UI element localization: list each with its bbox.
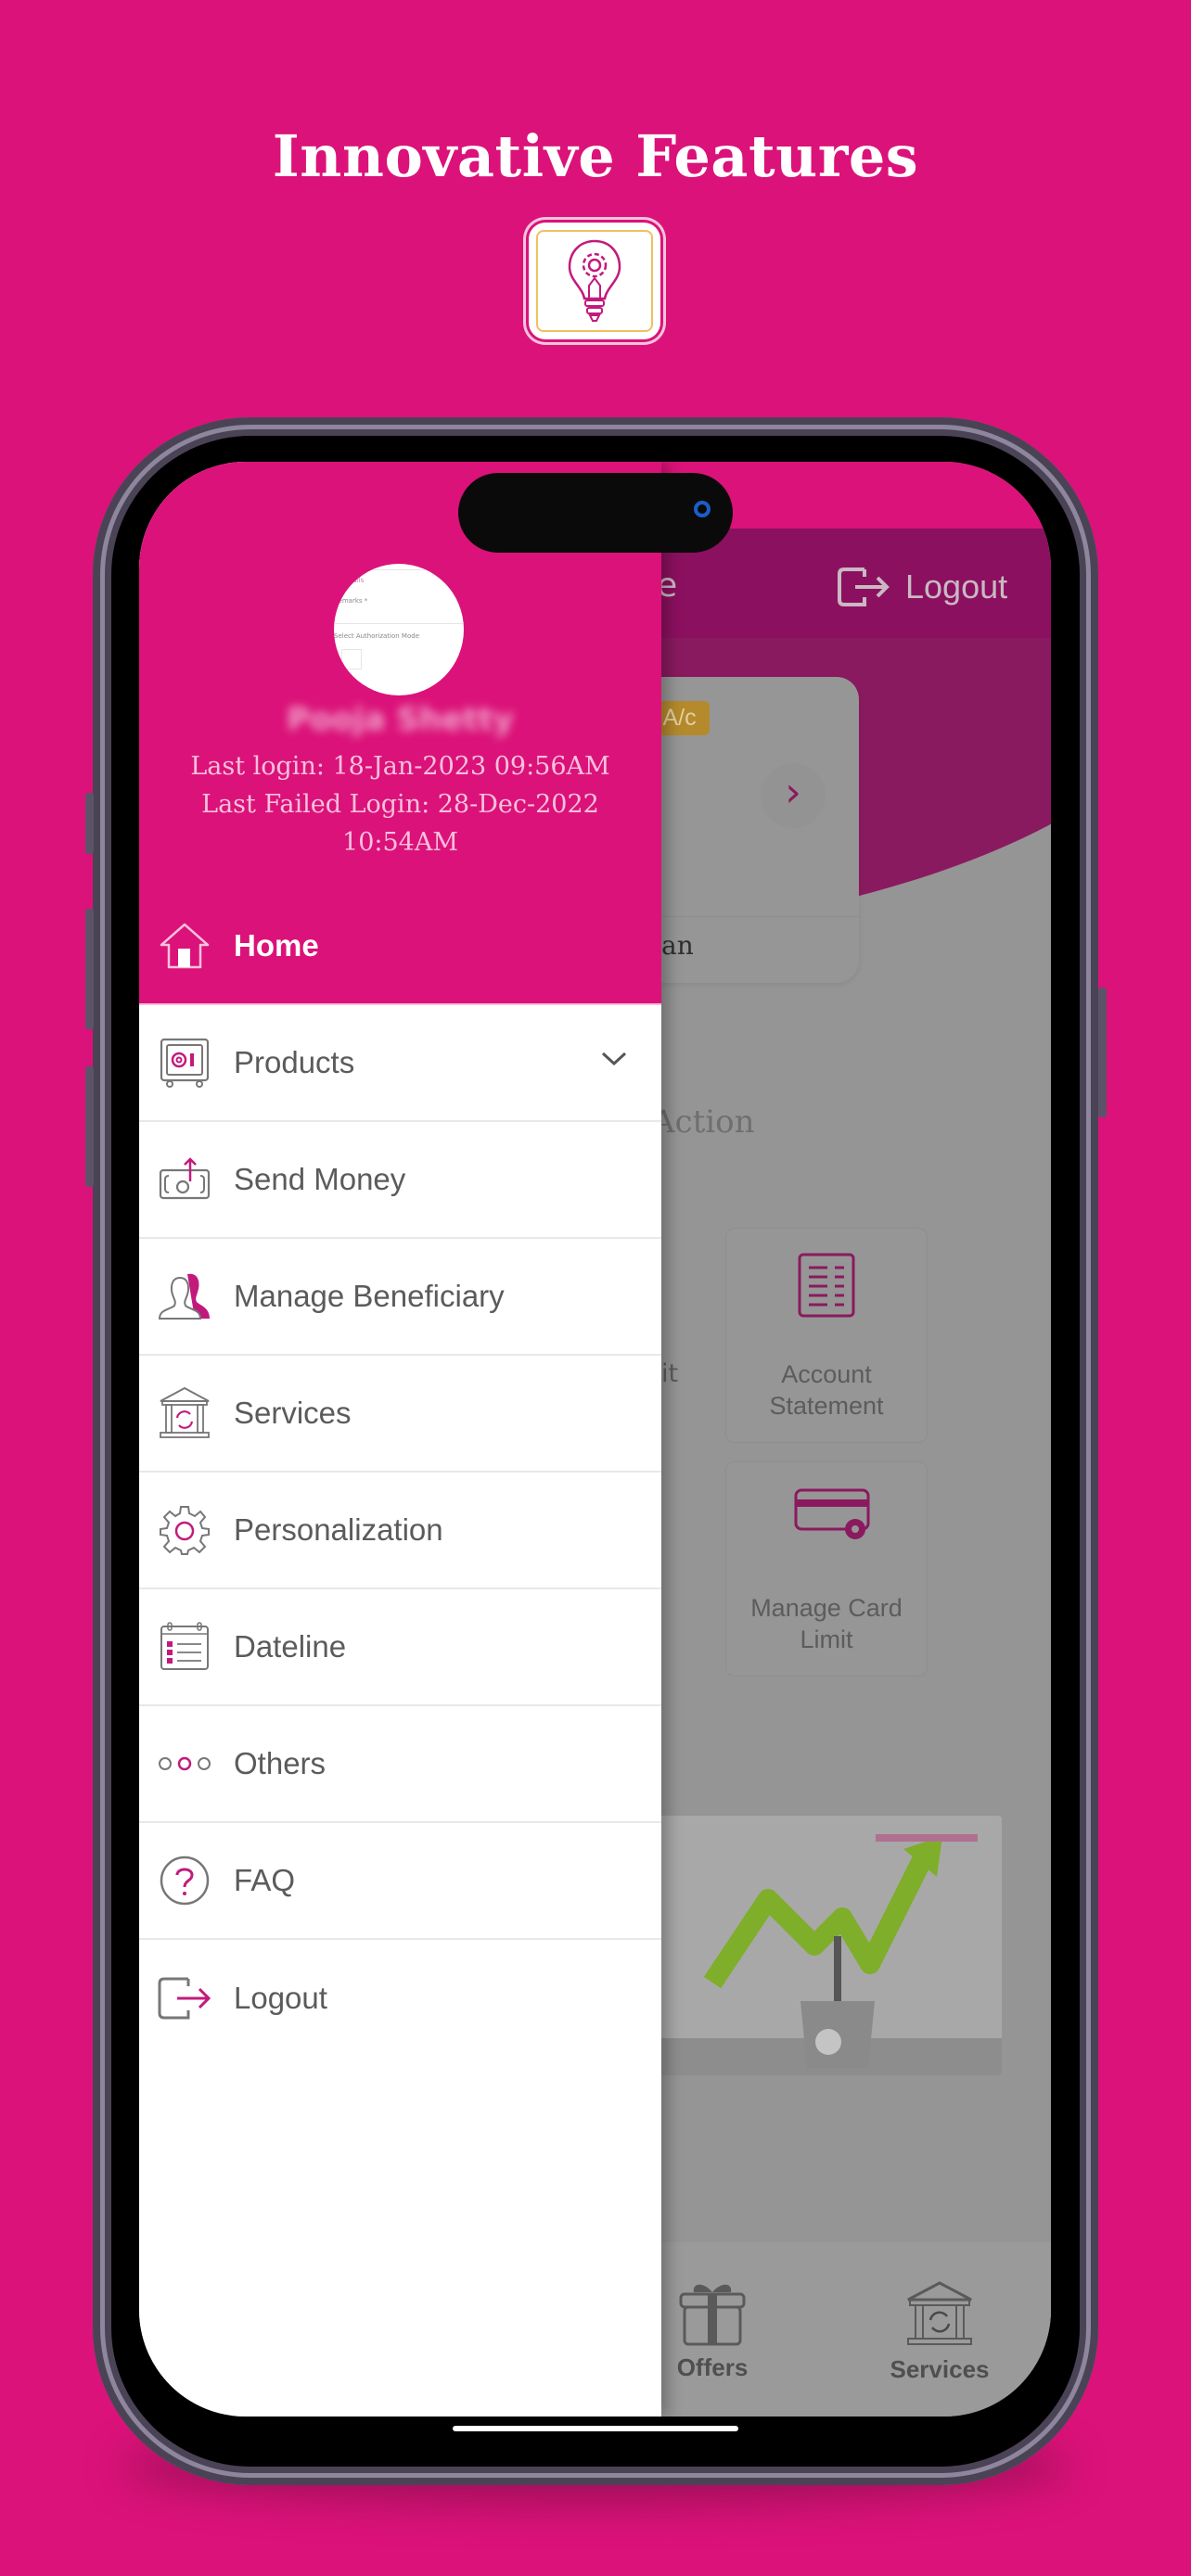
quick-action-title: Action bbox=[652, 1103, 755, 1141]
menu-item-label: Manage Beneficiary bbox=[234, 1279, 505, 1313]
card-settings-icon bbox=[794, 1488, 870, 1539]
menu-item-faq[interactable]: FAQ bbox=[139, 1823, 661, 1940]
nav-services[interactable]: Services bbox=[875, 2279, 1005, 2384]
menu-item-label: Home bbox=[234, 928, 319, 963]
statement-icon bbox=[798, 1253, 855, 1318]
menu-item-others[interactable]: Others bbox=[139, 1706, 661, 1823]
header-logout-label: Logout bbox=[905, 567, 1008, 606]
header-logout-button[interactable]: Logout bbox=[837, 566, 1007, 608]
menu-item-manage-beneficiary[interactable]: Manage Beneficiary bbox=[139, 1239, 661, 1356]
menu-item-label: Products bbox=[234, 1045, 355, 1079]
home-icon bbox=[156, 917, 213, 975]
login-info: Last login: 18-Jan-2023 09:56AM Last Fai… bbox=[139, 747, 661, 861]
chevron-right-icon[interactable]: › bbox=[761, 763, 826, 828]
gear-icon bbox=[156, 1501, 213, 1559]
quick-action-fragment: it bbox=[661, 1359, 679, 1388]
nav-offers[interactable]: Offers bbox=[647, 2279, 777, 2382]
logout-icon bbox=[156, 1970, 213, 2027]
page-title: Innovative Features bbox=[272, 122, 919, 190]
menu-item-services[interactable]: Services bbox=[139, 1356, 661, 1473]
calendar-list-icon bbox=[156, 1618, 213, 1676]
quick-action-account-statement[interactable]: Account Statement bbox=[725, 1228, 928, 1443]
last-failed-login: Last Failed Login: 28-Dec-2022 bbox=[201, 790, 599, 819]
send-money-icon bbox=[156, 1151, 213, 1208]
menu-item-label: Logout bbox=[234, 1981, 327, 2015]
nav-offers-label: Offers bbox=[676, 2353, 749, 2381]
quick-action-manage-card-limit[interactable]: Manage Card Limit bbox=[725, 1461, 928, 1677]
menu-item-label: Send Money bbox=[234, 1162, 406, 1196]
menu-item-send-money[interactable]: Send Money bbox=[139, 1122, 661, 1239]
promo-banner[interactable] bbox=[647, 1816, 1002, 2075]
last-failed-login-time: 10:54AM bbox=[342, 828, 458, 857]
user-name: Pooja Shetty bbox=[287, 701, 514, 738]
menu-item-personalization[interactable]: Personalization bbox=[139, 1473, 661, 1589]
menu-item-label: Services bbox=[234, 1396, 352, 1430]
last-login: Last login: 18-Jan-2023 09:56AM bbox=[190, 752, 610, 781]
volume-down-button bbox=[85, 1066, 94, 1187]
logout-icon bbox=[838, 567, 890, 606]
question-icon bbox=[156, 1852, 213, 1909]
volume-up-button bbox=[85, 909, 94, 1029]
menu-item-dateline[interactable]: Dateline bbox=[139, 1589, 661, 1706]
menu-item-home[interactable]: Home bbox=[139, 888, 661, 1005]
camera-icon bbox=[694, 501, 711, 517]
more-dots-icon bbox=[156, 1735, 213, 1792]
avatar[interactable]: Details Remarks * Select Authorization M… bbox=[334, 564, 464, 695]
beneficiary-icon bbox=[156, 1268, 213, 1325]
menu-item-products[interactable]: Products bbox=[139, 1005, 661, 1122]
menu-item-logout[interactable]: Logout bbox=[139, 1940, 661, 2057]
menu-item-label: Others bbox=[234, 1746, 327, 1780]
nav-services-label: Services bbox=[890, 2355, 990, 2383]
dynamic-island bbox=[458, 473, 733, 553]
menu-item-label: Dateline bbox=[234, 1629, 347, 1664]
account-label-fragment: an bbox=[661, 930, 694, 961]
quick-action-label: Manage Card Limit bbox=[750, 1594, 903, 1653]
safe-icon bbox=[156, 1034, 213, 1091]
action-button bbox=[85, 793, 94, 854]
navigation-drawer: Details Remarks * Select Authorization M… bbox=[139, 462, 661, 2417]
gift-icon bbox=[679, 2284, 746, 2346]
bank-services-icon bbox=[156, 1384, 213, 1442]
phone-screen: e Logout 0 A/c › an Action it Account St… bbox=[139, 462, 1051, 2417]
power-button bbox=[1098, 988, 1107, 1117]
chevron-down-icon[interactable] bbox=[600, 1050, 628, 1068]
lightbulb-gear-icon bbox=[529, 223, 660, 339]
bank-services-icon bbox=[907, 2281, 972, 2345]
growth-plant-image bbox=[647, 1816, 1002, 2075]
menu-item-label: Personalization bbox=[234, 1512, 443, 1547]
quick-action-label: Account Statement bbox=[769, 1360, 884, 1420]
home-indicator[interactable] bbox=[453, 2426, 738, 2431]
menu-item-label: FAQ bbox=[234, 1863, 296, 1897]
